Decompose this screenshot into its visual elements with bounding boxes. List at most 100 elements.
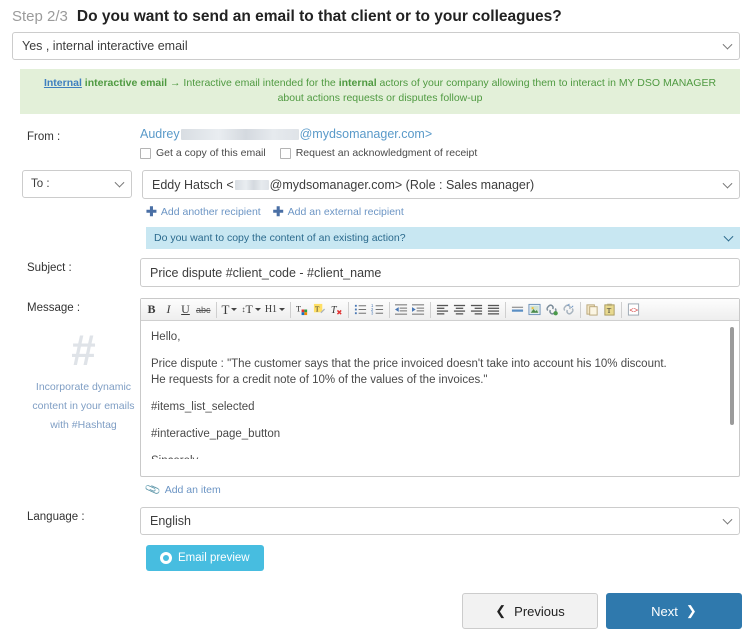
align-left-icon[interactable] (434, 300, 451, 320)
copy-existing-action-select[interactable]: Do you want to copy the content of an ex… (146, 227, 740, 249)
insert-link-icon[interactable] (543, 300, 560, 320)
toolbar-divider (621, 302, 622, 318)
recipient-actions: ✚ Add another recipient ✚ Add an externa… (146, 205, 752, 218)
to-row: To : Eddy Hatsch <@mydsomanager.com> (Ro… (0, 170, 752, 199)
language-select[interactable]: English (140, 507, 740, 535)
plus-icon: ✚ (146, 205, 157, 218)
editor-toolbar: B I U abc T ↕T H1 T T T (141, 299, 739, 321)
add-another-recipient-label: Add another recipient (161, 206, 261, 218)
message-row: Message : # Incorporate dynamic content … (0, 298, 752, 477)
bold-icon[interactable]: B (143, 300, 160, 320)
subject-input[interactable]: Price dispute #client_code - #client_nam… (140, 258, 740, 287)
bullet-list-icon[interactable] (352, 300, 369, 320)
message-scrollbar[interactable] (730, 327, 734, 425)
strikethrough-icon[interactable]: abc (194, 300, 213, 320)
toolbar-divider (430, 302, 431, 318)
svg-text:T: T (315, 304, 320, 313)
message-paragraph-1b: He requests for a credit note of 10% of … (151, 372, 719, 388)
hashtag-helper: Message : # Incorporate dynamic content … (12, 298, 140, 435)
info-box: Internal interactive email → Interactive… (20, 69, 740, 114)
svg-text:T: T (296, 304, 301, 313)
previous-button[interactable]: ❮ Previous (462, 593, 598, 629)
next-button[interactable]: Next ❯ (606, 593, 742, 629)
hashtag-hint-line-1: Incorporate dynamic (27, 378, 140, 397)
preview-button-wrapper: Email preview (146, 545, 752, 571)
eye-icon (160, 552, 172, 564)
from-options: Get a copy of this email Request an ackn… (140, 147, 740, 159)
highlight-color-icon[interactable]: T (311, 300, 328, 320)
message-tag-1: #items_list_selected (151, 399, 719, 415)
get-copy-checkbox[interactable] (140, 148, 151, 159)
underline-icon[interactable]: U (177, 300, 194, 320)
info-box-link[interactable]: Internal (44, 77, 82, 89)
get-copy-option[interactable]: Get a copy of this email (140, 147, 266, 159)
from-name: Audrey (140, 127, 180, 141)
add-another-recipient-link[interactable]: ✚ Add another recipient (146, 205, 261, 218)
font-name-icon[interactable]: T (220, 300, 240, 320)
plus-icon: ✚ (273, 205, 284, 218)
copy-existing-action-label: Do you want to copy the content of an ex… (154, 232, 406, 244)
source-code-icon[interactable]: <> (625, 300, 642, 320)
next-label: Next (651, 604, 678, 619)
chevron-down-icon (723, 40, 733, 50)
toolbar-divider (348, 302, 349, 318)
message-cutoff-line: Sincerely, (151, 453, 719, 459)
svg-text:T: T (607, 306, 612, 315)
paste-icon[interactable] (584, 300, 601, 320)
toolbar-divider (505, 302, 506, 318)
get-copy-label: Get a copy of this email (156, 147, 266, 159)
add-item-label: Add an item (165, 484, 221, 496)
from-body: Audrey@mydsomanager.com> Get a copy of t… (140, 127, 740, 159)
toolbar-divider (290, 302, 291, 318)
previous-label: Previous (514, 604, 565, 619)
editor-body: B I U abc T ↕T H1 T T T (140, 298, 740, 477)
ack-receipt-label: Request an acknowledgment of receipt (296, 147, 478, 159)
paste-as-text-icon[interactable]: T (601, 300, 618, 320)
ack-receipt-checkbox[interactable] (280, 148, 291, 159)
language-label: Language : (12, 507, 140, 523)
message-label: Message : (27, 298, 140, 314)
insert-image-icon[interactable] (526, 300, 543, 320)
remove-format-icon[interactable]: T (328, 300, 345, 320)
email-preview-button[interactable]: Email preview (146, 545, 264, 571)
info-box-bold-mid: internal (339, 77, 377, 89)
hashtag-icon: # (27, 328, 140, 374)
add-external-recipient-link[interactable]: ✚ Add an external recipient (273, 205, 404, 218)
chevron-down-icon (723, 515, 733, 525)
add-item-link[interactable]: 📎 Add an item (146, 483, 752, 496)
rich-text-editor: B I U abc T ↕T H1 T T T (140, 298, 740, 477)
svg-text:<>: <> (629, 307, 638, 315)
heading-icon[interactable]: H1 (263, 300, 287, 320)
svg-text:3: 3 (371, 311, 374, 316)
from-label: From : (12, 127, 140, 143)
horizontal-rule-icon[interactable] (509, 300, 526, 320)
chevron-right-icon: ❯ (686, 603, 697, 619)
toolbar-divider (389, 302, 390, 318)
hashtag-hint: Incorporate dynamic content in your emai… (27, 378, 140, 435)
recipient-type-select[interactable]: To : (22, 170, 132, 198)
toolbar-divider (580, 302, 581, 318)
info-box-bold-lead: interactive email (82, 77, 170, 89)
italic-icon[interactable]: I (160, 300, 177, 320)
language-body: English (140, 507, 740, 535)
email-type-select[interactable]: Yes , internal interactive email (12, 32, 740, 60)
remove-link-icon[interactable] (560, 300, 577, 320)
align-justify-icon[interactable] (485, 300, 502, 320)
subject-label: Subject : (12, 258, 140, 274)
align-center-icon[interactable] (451, 300, 468, 320)
recipient-select[interactable]: Eddy Hatsch <@mydsomanager.com> (Role : … (142, 170, 740, 199)
paperclip-icon: 📎 (144, 481, 162, 499)
increase-indent-icon[interactable] (410, 300, 427, 320)
align-right-icon[interactable] (468, 300, 485, 320)
font-size-icon[interactable]: ↕T (239, 300, 262, 320)
recipient-prefix: Eddy Hatsch < (152, 178, 234, 192)
ack-receipt-option[interactable]: Request an acknowledgment of receipt (280, 147, 478, 159)
message-body[interactable]: Hello, Price dispute : "The customer say… (141, 321, 739, 476)
info-box-text-1: Interactive email intended for the (181, 77, 339, 89)
text-color-icon[interactable]: T (294, 300, 311, 320)
hashtag-hint-line-2: content in your emails (27, 397, 140, 416)
email-preview-label: Email preview (178, 552, 250, 564)
from-address: Audrey@mydsomanager.com> (140, 127, 740, 141)
decrease-indent-icon[interactable] (393, 300, 410, 320)
numbered-list-icon[interactable]: 123 (369, 300, 386, 320)
